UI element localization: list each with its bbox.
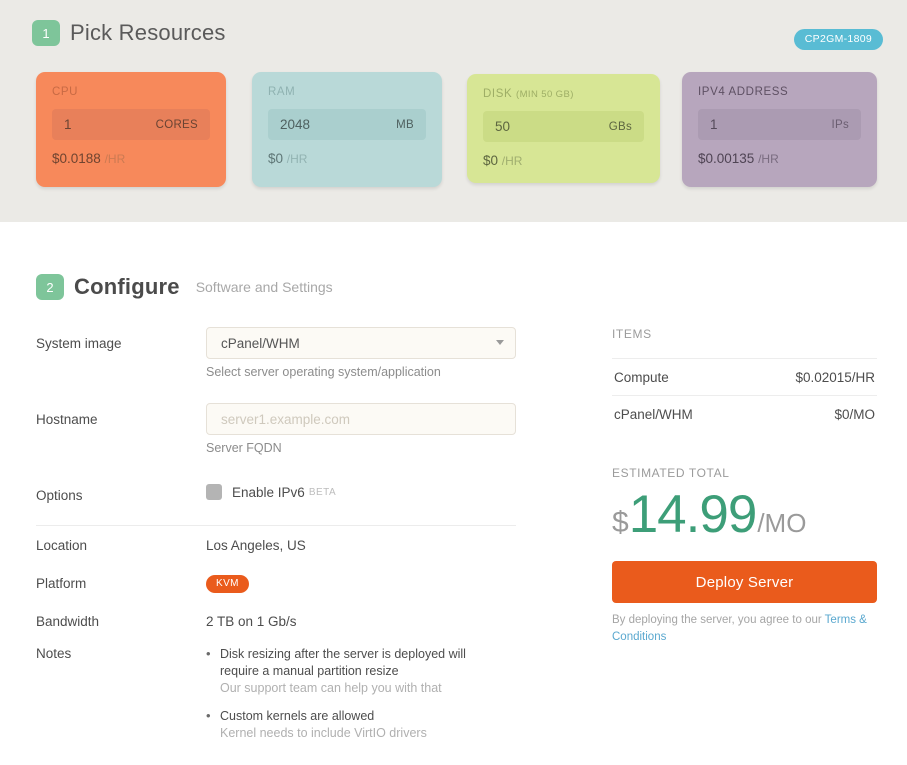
estimated-total-heading: ESTIMATED TOTAL (612, 466, 730, 480)
resource-card-ipv4[interactable]: IPV4 ADDRESS 1 IPs $0.00135 /HR (682, 72, 877, 187)
disk-value: 50 (495, 119, 511, 134)
hostname-row: Hostname server1.example.com Server FQDN (36, 403, 516, 475)
cpu-input-field[interactable]: 1 CORES (52, 109, 210, 140)
system-image-row: System image cPanel/WHM Select server op… (36, 327, 516, 399)
ipv6-checkbox[interactable] (206, 484, 222, 500)
platform-row: Platform KVM (36, 564, 516, 602)
ram-unit: MB (396, 118, 414, 131)
ipv4-unit: IPs (831, 118, 849, 131)
deploy-server-button[interactable]: Deploy Server (612, 561, 877, 603)
notes-list: Disk resizing after the server is deploy… (206, 645, 491, 742)
bandwidth-value: 2 TB on 1 Gb/s (206, 613, 297, 629)
ram-input-field[interactable]: 2048 MB (268, 109, 426, 140)
note-text: Custom kernels are allowed (220, 708, 375, 723)
summary-item-price: $0/MO (834, 406, 875, 422)
location-label: Location (36, 537, 88, 553)
step-2-title: Configure (74, 274, 180, 299)
pick-resources-section: 1 Pick Resources CP2GM-1809 CPU 1 CORES … (0, 0, 907, 222)
ipv4-price: $0.00135 /HR (698, 151, 779, 166)
notes-label: Notes (36, 646, 72, 661)
order-summary: ITEMS Compute $0.02015/HR cPanel/WHM $0/… (612, 327, 877, 645)
cpu-unit: CORES (155, 118, 198, 131)
price-currency: $ (612, 506, 629, 539)
summary-item-row: Compute $0.02015/HR (612, 358, 877, 395)
resource-card-cpu[interactable]: CPU 1 CORES $0.0188 /HR (36, 72, 226, 187)
bandwidth-row: Bandwidth 2 TB on 1 Gb/s (36, 602, 516, 640)
step-2-subtitle: Software and Settings (195, 279, 333, 295)
resource-card-ram[interactable]: RAM 2048 MB $0 /HR (252, 72, 442, 187)
location-row: Location Los Angeles, US (36, 526, 516, 564)
system-image-helper: Select server operating system/applicati… (206, 365, 441, 379)
system-image-label: System image (36, 336, 122, 351)
price-period: /MO (757, 508, 807, 538)
platform-badge: KVM (206, 574, 249, 593)
ram-price: $0 /HR (268, 151, 308, 166)
step-2-badge: 2 (36, 274, 64, 300)
disk-unit: GBs (608, 120, 632, 133)
terms-notice: By deploying the server, you agree to ou… (612, 612, 877, 645)
configure-form: System image cPanel/WHM Select server op… (36, 327, 516, 752)
system-image-value[interactable]: cPanel/WHM (206, 327, 516, 359)
ipv4-value: 1 (710, 117, 718, 132)
chevron-down-icon (496, 340, 504, 345)
ram-value: 2048 (280, 117, 311, 132)
hostname-helper: Server FQDN (206, 441, 282, 455)
cpu-value: 1 (64, 117, 72, 132)
summary-item-row: cPanel/WHM $0/MO (612, 395, 877, 432)
disk-minimum-note: (MIN 50 GB) (516, 89, 574, 100)
disk-input-field[interactable]: 50 GBs (483, 111, 644, 142)
items-heading: ITEMS (612, 327, 652, 341)
location-value: Los Angeles, US (206, 537, 306, 553)
note-subtext: Kernel needs to include VirtIO drivers (220, 725, 427, 740)
ram-price-period: /HR (286, 152, 308, 166)
summary-item-price: $0.02015/HR (795, 369, 875, 385)
note-item: Disk resizing after the server is deploy… (206, 645, 491, 697)
hostname-input[interactable]: server1.example.com (206, 403, 516, 435)
notes-row: Notes Disk resizing after the server is … (36, 640, 516, 752)
disk-price: $0 /HR (483, 153, 523, 168)
configure-section: 2 Configure Software and Settings System… (0, 222, 907, 765)
enable-ipv6-option[interactable]: Enable IPv6 BETA (206, 479, 516, 500)
disk-price-period: /HR (501, 154, 523, 168)
disk-card-label: DISK (MIN 50 GB) (483, 88, 574, 100)
cpu-price-period: /HR (104, 152, 126, 166)
note-item: Custom kernels are allowed Kernel needs … (206, 707, 491, 742)
hostname-label: Hostname (36, 412, 98, 427)
price-amount: 14.99 (628, 485, 758, 544)
estimated-total-price: $ 14.99 /MO (612, 488, 877, 541)
options-row: Options Enable IPv6 BETA (36, 479, 516, 503)
bandwidth-label: Bandwidth (36, 613, 100, 629)
system-image-select[interactable]: cPanel/WHM (206, 327, 516, 359)
ipv6-beta-tag: BETA (308, 486, 337, 498)
ipv4-price-period: /HR (758, 152, 779, 166)
ipv6-label: Enable IPv6 (232, 484, 305, 500)
ipv4-card-label: IPV4 ADDRESS (698, 86, 789, 98)
step-2-header: 2 Configure Software and Settings (36, 274, 333, 300)
cpu-price: $0.0188 /HR (52, 151, 126, 166)
ipv4-input-field[interactable]: 1 IPs (698, 109, 861, 140)
terms-prefix: By deploying the server, you agree to ou… (612, 614, 825, 626)
platform-label: Platform (36, 575, 87, 591)
options-label: Options (36, 488, 83, 503)
summary-item-name: cPanel/WHM (614, 406, 693, 422)
ram-card-label: RAM (268, 86, 296, 98)
resource-cards: CPU 1 CORES $0.0188 /HR RAM 2048 MB $0 /… (0, 0, 907, 222)
cpu-card-label: CPU (52, 86, 79, 98)
summary-item-name: Compute (614, 369, 669, 385)
resource-card-disk[interactable]: DISK (MIN 50 GB) 50 GBs $0 /HR (467, 74, 660, 183)
note-text: Disk resizing after the server is deploy… (220, 647, 466, 678)
note-subtext: Our support team can help you with that (220, 680, 442, 695)
